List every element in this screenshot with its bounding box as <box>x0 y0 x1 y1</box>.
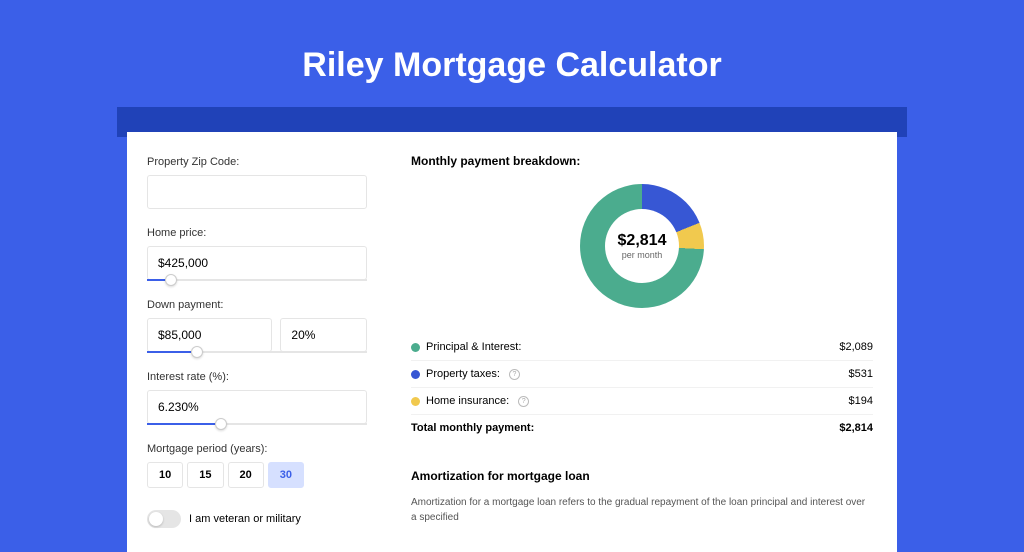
price-input[interactable] <box>147 246 367 280</box>
donut-center: $2,814 per month <box>605 209 679 283</box>
legend-row-insurance: Home insurance: ? $194 <box>411 388 873 415</box>
donut-sub: per month <box>622 250 663 260</box>
period-label: Mortgage period (years): <box>147 443 367 455</box>
donut-chart-wrap: $2,814 per month <box>411 184 873 308</box>
down-amount-input[interactable] <box>147 318 272 352</box>
rate-slider-fill <box>147 423 215 425</box>
legend-label-taxes: Property taxes: <box>426 368 500 380</box>
legend-value-principal: $2,089 <box>839 341 873 353</box>
legend-value-insurance: $194 <box>849 395 873 407</box>
down-slider[interactable] <box>147 351 367 353</box>
amortization-section: Amortization for mortgage loan Amortizat… <box>411 469 873 525</box>
down-slider-fill <box>147 351 191 353</box>
breakdown-title: Monthly payment breakdown: <box>411 154 873 168</box>
page-title: Riley Mortgage Calculator <box>0 0 1024 107</box>
zip-label: Property Zip Code: <box>147 156 367 168</box>
price-field-group: Home price: <box>147 227 367 281</box>
input-panel: Property Zip Code: Home price: Down paym… <box>127 132 387 552</box>
period-pill-20[interactable]: 20 <box>228 462 264 488</box>
donut-chart: $2,814 per month <box>580 184 704 308</box>
amort-title: Amortization for mortgage loan <box>411 469 873 483</box>
veteran-toggle-row: I am veteran or military <box>147 510 367 528</box>
dot-insurance <box>411 397 420 406</box>
down-label: Down payment: <box>147 299 367 311</box>
legend-label-insurance: Home insurance: <box>426 395 509 407</box>
period-pills: 10 15 20 30 <box>147 462 367 488</box>
main-card: Property Zip Code: Home price: Down paym… <box>127 132 897 552</box>
zip-input[interactable] <box>147 175 367 209</box>
veteran-label: I am veteran or military <box>189 513 301 525</box>
breakdown-panel: Monthly payment breakdown: $2,814 per mo… <box>387 132 897 552</box>
down-field-group: Down payment: <box>147 299 367 353</box>
dot-taxes <box>411 370 420 379</box>
rate-input[interactable] <box>147 390 367 424</box>
legend-row-principal: Principal & Interest: $2,089 <box>411 334 873 361</box>
legend-row-taxes: Property taxes: ? $531 <box>411 361 873 388</box>
legend-total-label: Total monthly payment: <box>411 422 534 434</box>
down-pct-input[interactable] <box>280 318 367 352</box>
toggle-knob <box>149 512 163 526</box>
donut-amount: $2,814 <box>618 232 667 250</box>
price-slider[interactable] <box>147 279 367 281</box>
help-icon[interactable]: ? <box>518 396 529 407</box>
amort-text: Amortization for a mortgage loan refers … <box>411 495 873 525</box>
veteran-toggle[interactable] <box>147 510 181 528</box>
dot-principal <box>411 343 420 352</box>
rate-slider[interactable] <box>147 423 367 425</box>
legend-value-taxes: $531 <box>849 368 873 380</box>
period-field-group: Mortgage period (years): 10 15 20 30 <box>147 443 367 488</box>
rate-slider-thumb[interactable] <box>215 418 227 430</box>
price-label: Home price: <box>147 227 367 239</box>
zip-field-group: Property Zip Code: <box>147 156 367 209</box>
period-pill-30[interactable]: 30 <box>268 462 304 488</box>
legend-label-principal: Principal & Interest: <box>426 341 521 353</box>
price-slider-thumb[interactable] <box>165 274 177 286</box>
price-slider-fill <box>147 279 165 281</box>
rate-label: Interest rate (%): <box>147 371 367 383</box>
rate-field-group: Interest rate (%): <box>147 371 367 425</box>
period-pill-10[interactable]: 10 <box>147 462 183 488</box>
period-pill-15[interactable]: 15 <box>187 462 223 488</box>
legend-total-value: $2,814 <box>839 422 873 434</box>
help-icon[interactable]: ? <box>509 369 520 380</box>
legend-row-total: Total monthly payment: $2,814 <box>411 415 873 441</box>
down-slider-thumb[interactable] <box>191 346 203 358</box>
